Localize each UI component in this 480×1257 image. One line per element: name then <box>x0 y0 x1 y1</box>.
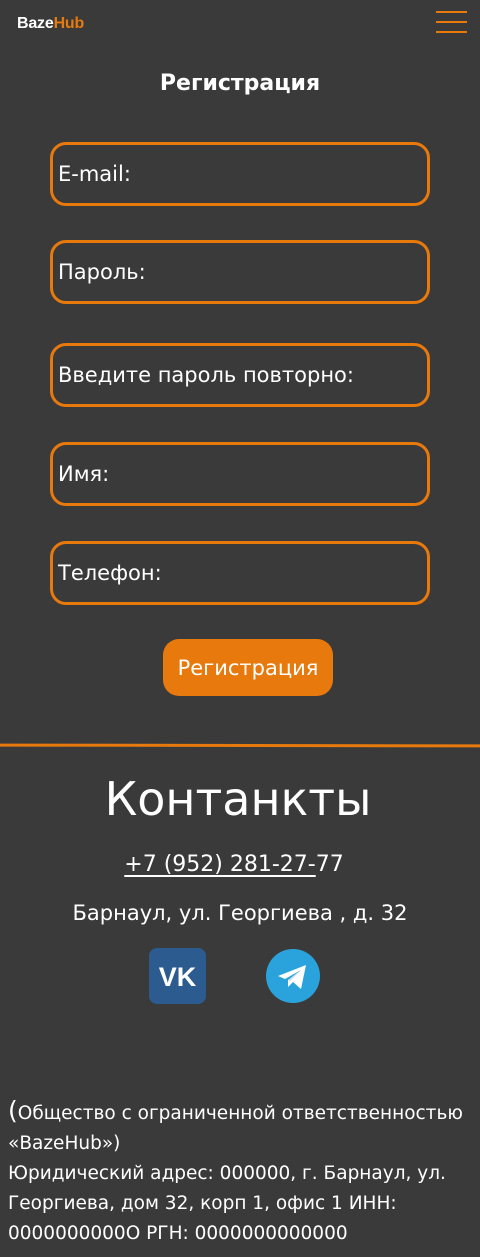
header: BazeHub <box>0 0 480 50</box>
logo-part-hub: Hub <box>53 15 85 32</box>
legal-details: Юридический адрес: 000000, г. Барнаул, у… <box>8 1163 446 1244</box>
phone-number: +7 (952) 281-27-77 <box>0 852 468 877</box>
vk-logo-text: VK <box>159 962 197 992</box>
legal-info: (Общество с ограниченной ответственность… <box>8 1096 476 1249</box>
section-divider <box>0 743 480 748</box>
menu-line <box>436 11 467 13</box>
menu-line <box>436 31 467 33</box>
password-field[interactable] <box>50 240 430 304</box>
registration-title: Регистрация <box>159 71 321 96</box>
vk-icon[interactable]: VK <box>149 948 206 1004</box>
register-button[interactable]: Регистрация <box>163 639 333 696</box>
email-field[interactable] <box>50 142 430 206</box>
phone-field[interactable] <box>50 541 430 605</box>
legal-company-name: Общество с ограниченной ответственностью… <box>8 1103 463 1154</box>
menu-line <box>436 21 467 23</box>
telegram-icon[interactable] <box>266 949 320 1003</box>
phone-link[interactable]: +7 (952) 281-27- <box>124 852 315 877</box>
address: Барнаул, ул. Георгиева , д. 32 <box>72 901 408 925</box>
name-field[interactable] <box>50 442 430 506</box>
legal-company: (Общество с ограниченной ответственность… <box>8 1096 476 1159</box>
logo[interactable]: BazeHub <box>17 15 84 33</box>
hamburger-menu-icon[interactable] <box>436 11 467 33</box>
legal-open-paren: ( <box>8 1096 18 1125</box>
phone-tail: 77 <box>315 852 344 877</box>
password-repeat-field[interactable] <box>50 343 430 407</box>
contacts-title: Контанкты <box>104 772 372 826</box>
logo-part-baze: Baze <box>17 15 54 32</box>
